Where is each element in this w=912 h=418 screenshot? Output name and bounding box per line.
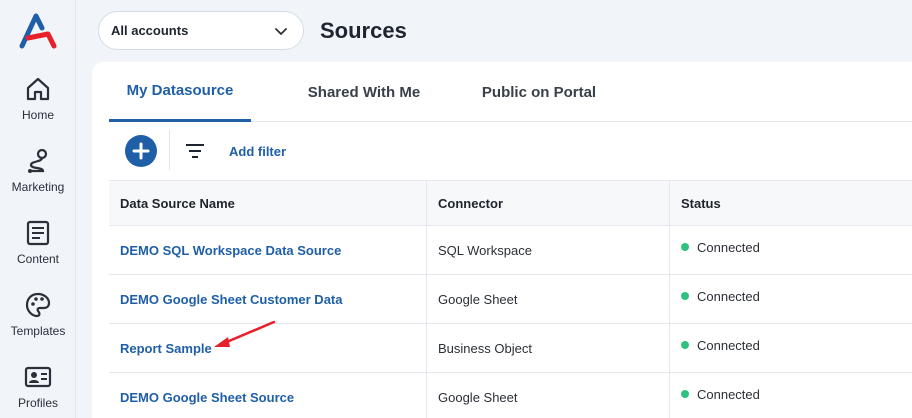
status-value: Connected (697, 288, 760, 304)
table-row[interactable]: DEMO SQL Workspace Data Source SQL Works… (109, 226, 912, 275)
sidebar-item-profiles[interactable]: Profiles (0, 362, 76, 410)
table-row[interactable]: DEMO Google Sheet Source Google Sheet Co… (109, 373, 912, 418)
palette-icon (25, 292, 51, 318)
home-icon (26, 77, 50, 101)
plus-icon (132, 142, 150, 160)
sidebar-item-label: Content (16, 252, 60, 266)
sidebar-item-home[interactable]: Home (0, 74, 76, 122)
table-row[interactable]: DEMO Google Sheet Customer Data Google S… (109, 275, 912, 324)
sidebar: Home Marketing Content Templates Profile… (0, 0, 76, 418)
datasource-name-link[interactable]: DEMO Google Sheet Customer Data (120, 292, 342, 307)
id-card-icon (24, 366, 52, 388)
table-row[interactable]: Report Sample Business Object Connected (109, 324, 912, 373)
sidebar-item-label: Templates (10, 324, 66, 338)
add-datasource-button[interactable] (125, 135, 157, 167)
status-dot-icon (681, 390, 689, 398)
sidebar-item-label: Profiles (17, 396, 58, 410)
main-panel: My Datasource Shared With Me Public on P… (92, 62, 912, 418)
route-icon (28, 148, 48, 173)
tab-public-on-portal[interactable]: Public on Portal (469, 62, 609, 122)
datasource-name-link[interactable]: DEMO Google Sheet Source (120, 390, 294, 405)
connector-value: Google Sheet (438, 291, 518, 307)
chevron-down-icon (275, 27, 287, 35)
status-dot-icon (681, 243, 689, 251)
status-dot-icon (681, 341, 689, 349)
add-filter-button[interactable]: Add filter (229, 144, 286, 159)
tab-bar: My Datasource Shared With Me Public on P… (109, 62, 912, 122)
tab-shared-with-me[interactable]: Shared With Me (295, 62, 433, 122)
tab-my-datasource[interactable]: My Datasource (109, 62, 251, 122)
document-icon (26, 220, 50, 246)
sidebar-item-label: Marketing (11, 180, 65, 194)
table-header-row: Data Source Name Connector Status (109, 180, 912, 226)
page-title: Sources (320, 18, 407, 43)
datasource-name-link[interactable]: Report Sample (120, 341, 212, 356)
status-value: Connected (697, 239, 760, 255)
column-header-status[interactable]: Status (670, 181, 912, 225)
status-value: Connected (697, 337, 760, 353)
connector-value: Google Sheet (438, 389, 518, 405)
sidebar-item-marketing[interactable]: Marketing (0, 146, 76, 194)
datasource-name-link[interactable]: DEMO SQL Workspace Data Source (120, 243, 341, 258)
status-value: Connected (697, 386, 760, 402)
column-header-connector[interactable]: Connector (427, 181, 670, 225)
toolbar: Add filter (109, 122, 912, 180)
connector-value: Business Object (438, 340, 532, 356)
sidebar-item-label: Home (21, 108, 54, 122)
datasource-table: Data Source Name Connector Status DEMO S… (109, 180, 912, 418)
account-select[interactable]: All accounts (98, 11, 304, 50)
toolbar-divider (169, 130, 170, 170)
account-select-value: All accounts (111, 23, 189, 38)
sidebar-item-content[interactable]: Content (0, 218, 76, 266)
status-dot-icon (681, 292, 689, 300)
connector-value: SQL Workspace (438, 242, 532, 258)
column-header-name[interactable]: Data Source Name (109, 181, 427, 225)
filter-icon[interactable] (184, 140, 206, 162)
sidebar-item-templates[interactable]: Templates (0, 290, 76, 338)
app-logo[interactable] (18, 12, 58, 52)
